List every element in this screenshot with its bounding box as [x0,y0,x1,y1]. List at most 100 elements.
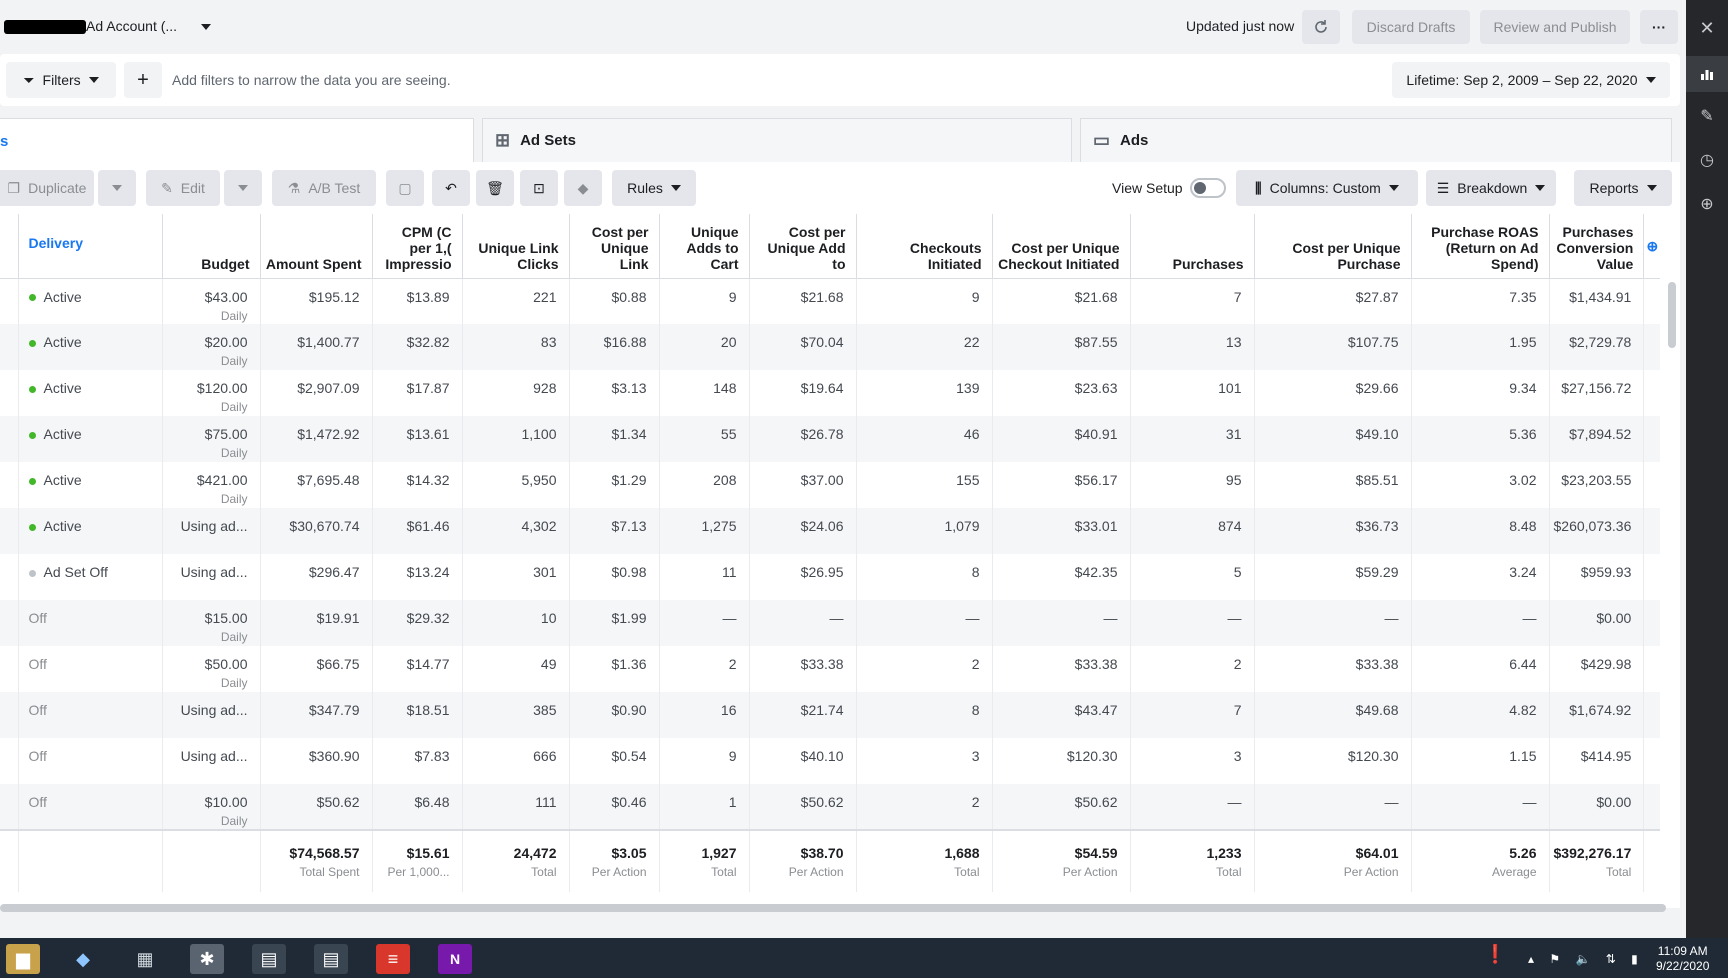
tab-ad-sets[interactable]: ⊞ Ad Sets [482,118,1072,162]
column-header[interactable]: Amount Spent [260,214,373,279]
row-select-cell[interactable] [0,324,19,370]
row-select-cell[interactable] [0,508,19,554]
notebook-app-icon[interactable]: ◆ [66,944,100,974]
column-header[interactable]: Purchases [1130,214,1255,279]
more-options-button[interactable]: ··· [1640,10,1678,44]
budget-cell[interactable]: $20.00 Daily [162,324,261,370]
tab-ads[interactable]: ▭ Ads [1080,118,1672,162]
undo-button[interactable]: ↶ [432,170,470,206]
ab-test-button[interactable]: ⚗ A/B Test [272,170,376,206]
budget-cell[interactable]: $15.00 Daily [162,600,261,646]
refresh-button[interactable] [1302,10,1340,44]
row-select-cell[interactable] [0,600,19,646]
column-header[interactable]: Purchase ROAS (Return on Ad Spend) [1411,214,1550,279]
row-select-cell[interactable] [0,370,19,416]
column-header[interactable]: Unique Link Clicks [462,214,570,279]
row-select-cell[interactable] [0,692,19,738]
date-range-picker[interactable]: Lifetime: Sep 2, 2009 – Sep 22, 2020 [1392,62,1670,98]
clock-icon[interactable]: ◷ [1686,142,1728,178]
budget-cell[interactable]: Using ad... [162,508,261,554]
table-row[interactable]: Active $43.00 Daily $195.12 $13.89 221 $0.88 9 $… [0,278,1660,324]
table-row[interactable]: Off Using ad... $360.90 $7.83 666 $0.54 9 $40.1… [0,738,1660,784]
metric-cell: $21.74 [749,692,857,738]
row-select-cell[interactable] [0,738,19,784]
column-header[interactable]: Unique Adds to Cart [659,214,750,279]
tab-campaigns[interactable]: s [0,118,474,164]
budget-cell[interactable]: Using ad... [162,554,261,600]
discard-drafts-button[interactable]: Discard Drafts [1352,10,1470,44]
row-select-cell[interactable] [0,554,19,600]
edit-dropdown[interactable] [224,170,262,206]
table-row[interactable]: Active Using ad... $30,670.74 $61.46 4,302 $7… [0,508,1661,554]
pencil-icon[interactable]: ✎ [1686,98,1728,134]
budget-cell[interactable]: $421.00 Daily [162,462,261,508]
close-icon[interactable]: ✕ [1686,10,1728,46]
column-header[interactable]: Checkouts Initiated [856,214,993,279]
vertical-scrollbar[interactable] [1668,282,1676,348]
budget-cell[interactable]: Using ad... [162,692,261,738]
column-header[interactable]: Purchases Conversion Value [1549,214,1645,279]
add-filter-button[interactable]: + [124,62,162,98]
system-tray-icons[interactable]: ▴ ⚑ 🔈 ⇅ ▮ [1528,952,1644,966]
table-row[interactable]: Active $421.00 Daily $7,695.48 $14.32 5,950 $1… [0,462,1660,508]
columns-button[interactable]: ⫼ Columns: Custom [1236,170,1418,206]
zoom-icon[interactable]: ⊕ [1686,186,1728,222]
column-header[interactable]: Cost per Unique Purchase [1254,214,1412,279]
budget-cell[interactable]: Using ad... [162,738,261,784]
table-row[interactable]: Active $75.00 Daily $1,472.92 $13.61 1,100 $1.… [0,416,1661,462]
metric-cell: 874 [1130,508,1255,554]
slack-icon[interactable]: ✱ [190,944,224,974]
file-explorer-icon[interactable]: ▆ [6,944,40,974]
budget-cell[interactable]: $43.00 Daily [162,278,261,324]
table-row[interactable]: Ad Set Off Using ad... $296.47 $13.24 301 $0.… [0,554,1660,600]
column-header[interactable]: Cost per Unique Add to [749,214,857,279]
duplicate-dropdown[interactable] [98,170,136,206]
column-header[interactable]: CPM (C per 1,( Impressio [372,214,463,279]
row-select-cell[interactable] [0,278,19,324]
select-column-header[interactable] [0,214,19,279]
view-setup-toggle[interactable] [1190,178,1226,198]
row-select-cell[interactable] [0,646,19,692]
table-row[interactable]: Off $50.00 Daily $66.75 $14.77 49 $1.36 2 $33.38… [0,646,1660,692]
lock-button[interactable]: ▢ [386,170,424,206]
row-select-cell[interactable] [0,784,19,830]
table-row[interactable]: Off $15.00 Daily $19.91 $29.32 10 $1.99— — — — — — —… [0,600,1661,646]
column-header[interactable]: Delivery [18,214,163,279]
review-publish-button[interactable]: Review and Publish [1480,10,1630,44]
column-header[interactable]: Budget [162,214,261,279]
filter-search-input[interactable]: Add filters to narrow the data you are s… [172,72,451,88]
row-select-cell[interactable] [0,416,19,462]
edit-button[interactable]: ✎ Edit [146,170,220,206]
budget-cell[interactable]: $10.00 Daily [162,784,261,830]
rules-button[interactable]: Rules [612,170,696,206]
tag-button[interactable]: ◆ [564,170,602,206]
calculator-icon[interactable]: ▦ [128,944,162,974]
delete-button[interactable]: 🗑 [476,170,514,206]
chart-icon[interactable] [1686,56,1728,92]
budget-cell[interactable]: $50.00 Daily [162,646,261,692]
table-row[interactable]: Active $20.00 Daily $1,400.77 $32.82 83 $16.88… [0,324,1661,370]
preview-button[interactable]: ⊡ [520,170,558,206]
account-selector[interactable]: Ad Account (... [86,18,211,34]
document-app-icon[interactable]: ▤ [252,944,286,974]
duplicate-button[interactable]: ❐ Duplicate [0,170,94,206]
horizontal-scrollbar[interactable] [0,904,1666,912]
document-app-icon-2[interactable]: ▤ [314,944,348,974]
breakdown-button[interactable]: ☰ Breakdown [1426,170,1556,206]
alert-icon[interactable]: ❗ [1484,944,1508,974]
budget-cell[interactable]: $75.00 Daily [162,416,261,462]
column-header[interactable]: Cost per Unique Checkout Initiated [992,214,1131,279]
filters-button[interactable]: ⏷ Filters [6,62,116,98]
todoist-icon[interactable]: ≡ [376,944,410,974]
reports-button[interactable]: Reports [1574,170,1672,206]
onenote-icon[interactable]: N [438,944,472,974]
add-column-icon[interactable]: ⊕ [1643,214,1661,279]
budget-cell[interactable]: $120.00 Daily [162,370,261,416]
budget-period: Daily [220,630,248,644]
table-row[interactable]: Off Using ad... $347.79 $18.51 385 $0.90 16 $21… [0,692,1661,738]
table-row[interactable]: Active $120.00 Daily $2,907.09 $17.87 928 $3.1… [0,370,1660,416]
row-select-cell[interactable] [0,462,19,508]
clock[interactable]: 11:09 AM 9/22/2020 [1656,944,1709,974]
table-row[interactable]: Off $10.00 Daily $50.62 $6.48 111 $0.46 1 $50.62… [0,784,1661,830]
column-header[interactable]: Cost per Unique Link [569,214,660,279]
